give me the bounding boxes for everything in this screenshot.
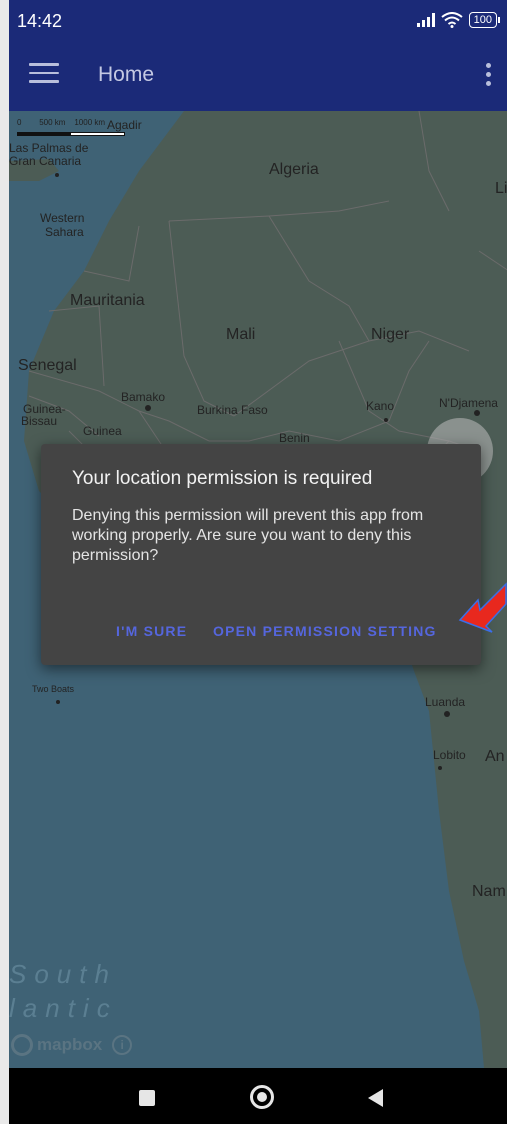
scale-500: 500 km [39, 118, 66, 127]
im-sure-button[interactable]: I'M SURE [116, 623, 187, 639]
map-label-burkina-faso: Burkina Faso [197, 403, 268, 417]
map-label-lobito: Lobito [433, 748, 466, 762]
map-label-libya: Li [495, 180, 507, 197]
map-label-guinea: Guinea [83, 424, 122, 438]
map-label-algeria: Algeria [269, 161, 319, 178]
home-icon[interactable] [250, 1085, 274, 1109]
status-icons: 100 [416, 12, 501, 28]
menu-icon[interactable] [29, 63, 59, 89]
map-label-gran-canaria: Gran Canaria [9, 154, 82, 168]
back-icon[interactable] [368, 1089, 383, 1107]
map-label-kano: Kano [366, 399, 395, 413]
map-label-senegal: Senegal [18, 357, 77, 374]
annotation-arrow-icon [458, 582, 507, 633]
permission-dialog: Your location permission is required Den… [41, 444, 481, 665]
mapbox-logo-icon [11, 1034, 33, 1056]
battery-icon: 100 [468, 12, 501, 28]
map-label-bamako: Bamako [121, 390, 166, 404]
map-label-agadir: Agadir [107, 118, 142, 132]
status-bar: 14:42 100 [9, 0, 507, 41]
map-label-western-sahara-2: Sahara [45, 225, 84, 239]
mapbox-attribution: mapbox [37, 1035, 103, 1054]
more-options-icon[interactable] [481, 63, 495, 91]
map-label-ndjamena: N'Djamena [439, 396, 498, 410]
map-label-niger: Niger [371, 326, 410, 343]
map-label-benin: Benin [279, 431, 310, 445]
system-nav-bar [9, 1068, 507, 1124]
recents-icon[interactable] [139, 1090, 155, 1106]
map-label-guinea-bissau-2: Bissau [21, 414, 58, 428]
map-label-western-sahara-1: Western [40, 211, 85, 225]
map-label-angola: An [485, 748, 505, 765]
map-label-las-palmas: Las Palmas de [9, 141, 89, 155]
scale-1000: 1000 km [74, 118, 106, 127]
dialog-message: Denying this permission will prevent thi… [72, 507, 424, 564]
mapbox-logo: mapbox i [11, 1034, 133, 1056]
info-icon[interactable]: i [112, 1035, 133, 1055]
map-label-namibia: Nam [472, 883, 506, 900]
map-label-two-boats: Two Boats [32, 684, 75, 694]
map-label-mauritania: Mauritania [70, 292, 145, 309]
signal-icon [416, 13, 435, 27]
open-permission-setting-button[interactable]: OPEN PERMISSION SETTING [213, 623, 437, 639]
dialog-title: Your location permission is required [72, 468, 373, 489]
map-label-ocean-1: South [9, 959, 117, 989]
map-label-luanda: Luanda [425, 695, 466, 709]
status-time: 14:42 [17, 11, 63, 31]
wifi-icon [441, 12, 463, 28]
page-title: Home [98, 63, 155, 86]
phone-screen: 14:42 100 Home 0 500 km 1000 km Agadir L… [9, 0, 507, 1124]
map-label-ocean-2: lantic [9, 993, 118, 1023]
scale-bar-labels: 0 500 km 1000 km [17, 118, 105, 127]
scale-bar [17, 132, 125, 136]
scale-zero: 0 [17, 118, 22, 127]
map-label-mali: Mali [226, 326, 256, 343]
app-bar: Home [9, 41, 507, 111]
